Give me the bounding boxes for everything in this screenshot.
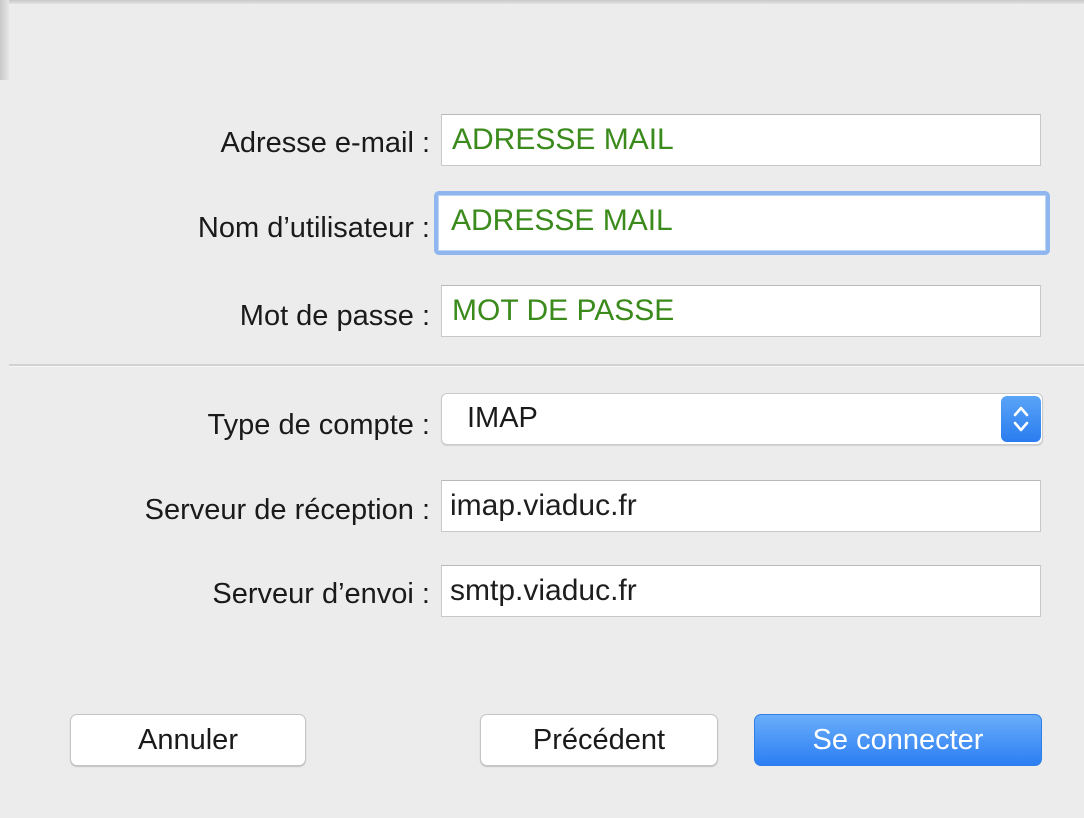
up-down-chevron-icon[interactable] (1001, 396, 1041, 442)
window-top-edge (0, 0, 1084, 4)
connect-button[interactable]: Se connecter (754, 714, 1042, 766)
email-field[interactable]: ADRESSE MAIL (441, 114, 1041, 166)
username-label: Nom d’utilisateur : (197, 212, 430, 244)
previous-button[interactable]: Précédent (480, 714, 718, 766)
email-label: Adresse e-mail : (220, 127, 430, 159)
outgoing-server-field[interactable]: smtp.viaduc.fr (441, 565, 1041, 617)
section-divider (9, 364, 1084, 367)
account-type-label: Type de compte : (207, 409, 430, 441)
cancel-button[interactable]: Annuler (70, 714, 306, 766)
account-setup-sheet: Adresse e-mail : ADRESSE MAIL Nom d’util… (0, 0, 1084, 818)
password-field[interactable]: MOT DE PASSE (441, 285, 1041, 337)
account-type-value: IMAP (467, 402, 538, 434)
username-field[interactable]: ADRESSE MAIL (434, 191, 1050, 255)
incoming-server-field[interactable]: imap.viaduc.fr (441, 480, 1041, 532)
account-type-select[interactable]: IMAP (441, 393, 1043, 445)
password-label: Mot de passe : (239, 300, 430, 332)
incoming-server-label: Serveur de réception : (144, 494, 430, 526)
outgoing-server-label: Serveur d’envoi : (212, 578, 430, 610)
window-left-edge (0, 0, 9, 80)
